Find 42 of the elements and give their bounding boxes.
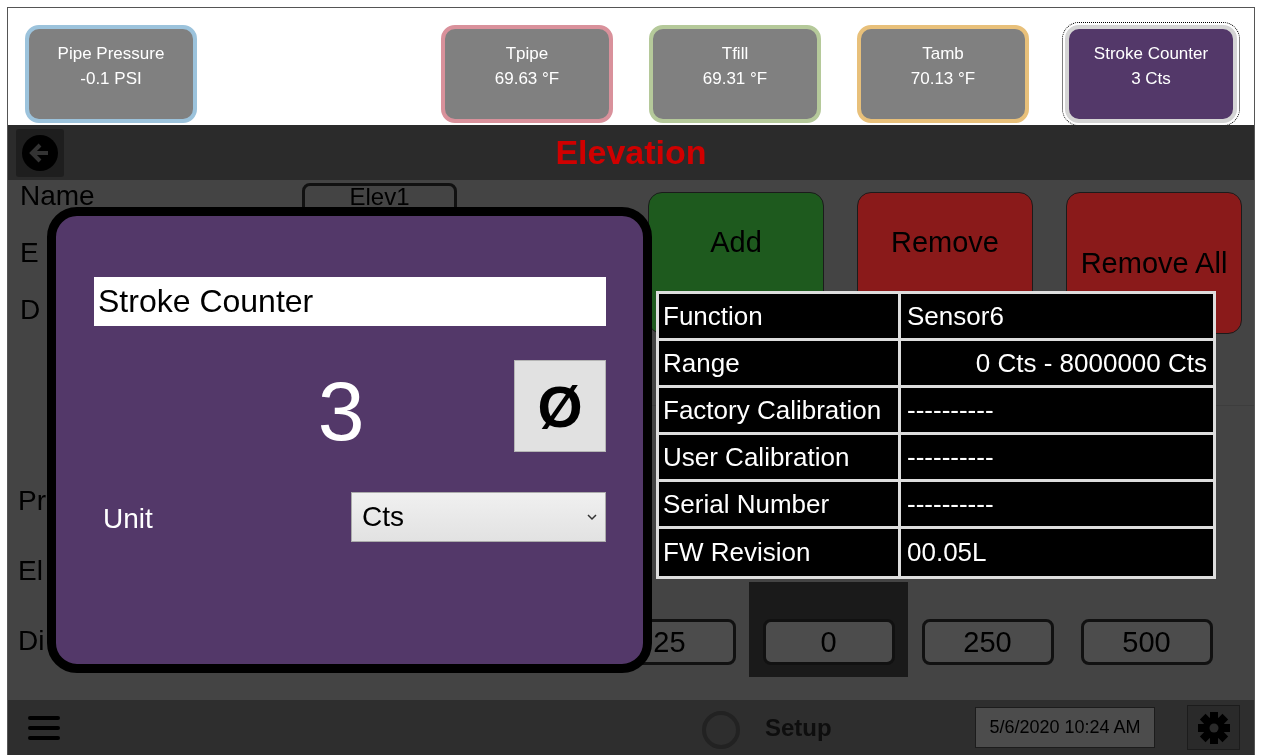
sensor-tile[interactable]: Stroke Counter 3 Cts: [1065, 25, 1237, 123]
table-cell: 0 Cts - 8000000 Cts: [901, 341, 1213, 388]
distance-cell[interactable]: 250: [908, 582, 1067, 677]
table-cell: User Calibration: [659, 435, 901, 482]
page-title: Elevation: [555, 133, 707, 172]
sensor-tile[interactable]: Tpipe 69.63 °F: [441, 25, 613, 123]
sensor-name-field[interactable]: Stroke Counter: [94, 277, 606, 326]
table-cell: Factory Calibration: [659, 388, 901, 435]
unit-label: Unit: [103, 503, 153, 535]
table-cell: Function: [659, 294, 901, 341]
unit-dropdown[interactable]: Cts: [351, 492, 606, 542]
distance-field[interactable]: 0: [762, 619, 895, 665]
table-cell: ----------: [901, 388, 1213, 435]
sensor-reading: 3: [316, 363, 366, 460]
distance-cell[interactable]: 500: [1067, 582, 1226, 677]
field-label: E: [20, 238, 39, 268]
zero-button[interactable]: Ø: [514, 360, 606, 452]
table-cell-text: 00.05L: [906, 536, 988, 569]
table-cell: FW Revision: [659, 529, 901, 576]
distance-field[interactable]: 500: [1080, 619, 1213, 665]
sensor-tile[interactable]: Tfill 69.31 °F: [649, 25, 821, 123]
field-label: D: [20, 295, 41, 325]
chevron-down-icon: [587, 513, 597, 521]
table-cell: Sensor6: [901, 294, 1213, 341]
field-label: Di: [18, 624, 45, 658]
distance-cell[interactable]: 0: [749, 582, 908, 677]
settings-icon: [1196, 710, 1231, 745]
datetime-display: 5/6/2020 10:24 AM: [975, 707, 1155, 748]
field-label: Pr: [18, 484, 46, 518]
field-label: El: [18, 554, 43, 588]
menu-icon: [28, 713, 60, 742]
field-label: Name: [20, 181, 95, 211]
table-cell: Range: [659, 341, 901, 388]
menu-button[interactable]: [28, 713, 60, 742]
table-cell: Serial Number: [659, 482, 901, 529]
back-button[interactable]: [16, 128, 64, 177]
sensor-tile[interactable]: Pipe Pressure -0.1 PSI: [25, 25, 197, 123]
settings-button[interactable]: [1187, 705, 1240, 750]
table-cell: ----------: [901, 435, 1213, 482]
distance-field[interactable]: 250: [921, 619, 1054, 665]
table-cell: ----------: [901, 482, 1213, 529]
sensor-tile[interactable]: Tamb 70.13 °F: [857, 25, 1029, 123]
